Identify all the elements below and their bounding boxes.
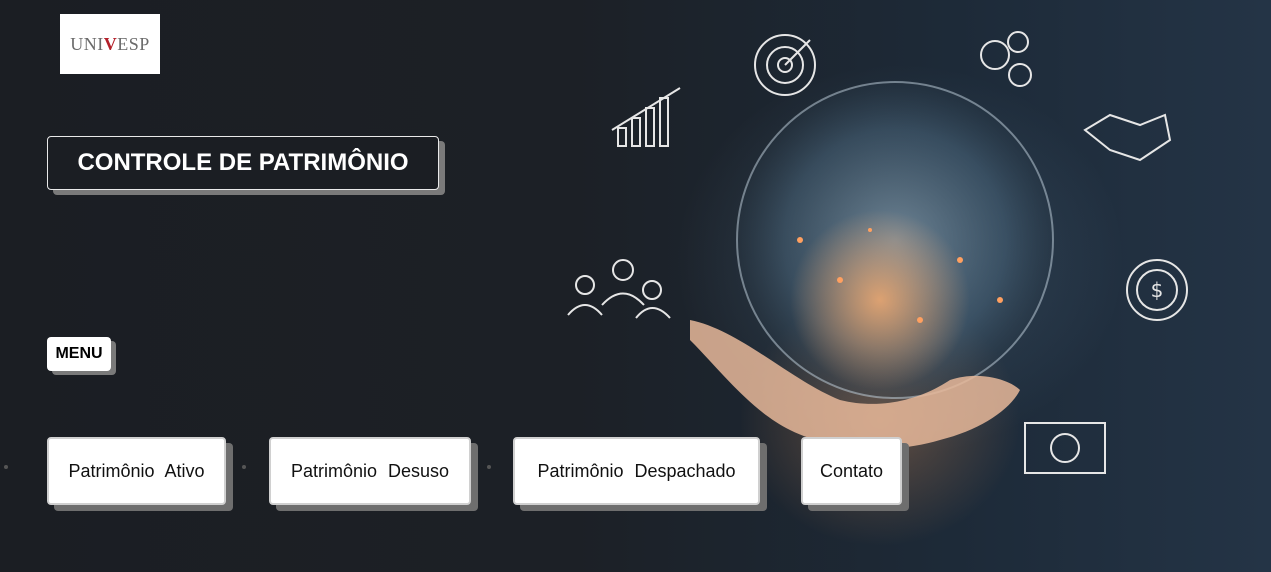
handshake-icon bbox=[1083, 113, 1172, 162]
logo-v-mark: V bbox=[103, 33, 118, 54]
contato-button[interactable]: Contato bbox=[801, 437, 902, 505]
logo-text-right: ESP bbox=[117, 33, 150, 54]
target-icon bbox=[754, 34, 816, 96]
separator-dot bbox=[4, 465, 8, 469]
univesp-logo[interactable]: UNI V ESP bbox=[60, 14, 160, 74]
gears-icon bbox=[980, 31, 1032, 87]
patrimonio-despachado-button[interactable]: Patrimônio Despachado bbox=[513, 437, 760, 505]
logo-text-left: UNI bbox=[70, 33, 104, 54]
team-icon bbox=[567, 259, 671, 319]
banknote-icon bbox=[1024, 422, 1106, 474]
menu-label: MENU bbox=[47, 337, 111, 371]
globe-icon bbox=[736, 81, 1054, 399]
patrimonio-desuso-button[interactable]: Patrimônio Desuso bbox=[269, 437, 471, 505]
patrimonio-ativo-button[interactable]: Patrimônio Ativo bbox=[47, 437, 226, 505]
dollar-coin-icon: $ bbox=[1126, 259, 1188, 321]
separator-dot bbox=[487, 465, 491, 469]
separator-dot bbox=[242, 465, 246, 469]
page-title: CONTROLE DE PATRIMÔNIO bbox=[47, 136, 439, 190]
svg-text:$: $ bbox=[1151, 278, 1164, 302]
bar-chart-icon bbox=[611, 87, 681, 147]
